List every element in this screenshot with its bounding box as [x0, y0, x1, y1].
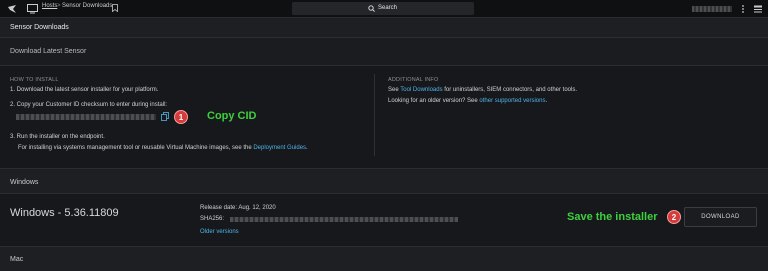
install-step-1: 1. Download the latest sensor installer … — [10, 87, 159, 93]
more-vertical-icon[interactable] — [738, 4, 748, 14]
section-title: Download Latest Sensor — [10, 48, 87, 55]
deployment-guides-link[interactable]: Deployment Guides — [253, 145, 306, 151]
additional-info-heading: ADDITIONAL INFO — [388, 77, 439, 83]
additional-line-1: See Tool Downloads for uninstallers, SIE… — [388, 87, 577, 93]
search-label: Search — [378, 5, 398, 11]
older-versions-link[interactable]: Older versions — [200, 229, 239, 235]
install-step-3: 3. Run the installer on the endpoint. — [10, 134, 105, 140]
sha256-label: SHA256: — [200, 216, 225, 222]
sha256-value-redacted — [230, 217, 458, 222]
breadcrumb-separator: > — [57, 3, 61, 9]
mac-section-header: Mac — [0, 246, 768, 271]
layout-icon[interactable] — [753, 4, 763, 14]
section-header: Download Latest Sensor — [0, 38, 768, 66]
windows-section-title: Windows — [10, 179, 39, 186]
mac-section-title: Mac — [10, 256, 24, 263]
additional-line-2-prefix: Looking for an older version? See — [388, 98, 480, 104]
page-title-bar: Sensor Downloads — [0, 18, 768, 38]
column-divider — [374, 74, 375, 156]
windows-version: Windows - 5.36.11809 — [10, 207, 119, 219]
user-name-redacted[interactable] — [692, 6, 732, 12]
install-step-2: 2. Copy your Customer ID checksum to ent… — [10, 102, 168, 108]
install-step-3-detail: For installing via systems management to… — [18, 145, 308, 151]
additional-line-2: Looking for an older version? See other … — [388, 98, 547, 104]
step-3-detail-end: . — [306, 145, 308, 151]
other-versions-link[interactable]: other supported versions — [479, 98, 545, 104]
additional-line-1-prefix: See — [388, 87, 401, 93]
save-installer-annotation: Save the installer — [567, 211, 658, 223]
release-date: Release date: Aug. 12, 2020 — [200, 205, 276, 211]
how-to-install-heading: HOW TO INSTALL — [10, 77, 59, 83]
download-button[interactable]: DOWNLOAD — [684, 207, 757, 227]
search-box[interactable]: Search — [292, 2, 474, 15]
step-badge-1: 1 — [174, 110, 188, 124]
top-bar: Hosts > Sensor Downloads Search — [0, 0, 768, 18]
step-3-detail-text: For installing via systems management to… — [18, 145, 254, 151]
monitor-icon — [27, 4, 38, 14]
customer-id-checksum-redacted[interactable] — [16, 114, 156, 120]
copy-icon[interactable] — [161, 112, 169, 121]
additional-line-1-suffix: for uninstallers, SIEM connectors, and o… — [442, 87, 577, 93]
page-title: Sensor Downloads — [10, 24, 69, 31]
copy-cid-annotation: Copy CID — [207, 110, 257, 122]
tool-downloads-link[interactable]: Tool Downloads — [400, 87, 442, 93]
breadcrumb-hosts[interactable]: Hosts — [42, 3, 57, 9]
falcon-logo-icon[interactable] — [7, 4, 17, 14]
bookmark-icon[interactable] — [112, 4, 118, 12]
breadcrumb-current: Sensor Downloads — [62, 3, 113, 9]
additional-line-2-suffix: . — [545, 98, 548, 104]
search-icon — [368, 5, 375, 12]
step-badge-2: 2 — [667, 210, 681, 224]
windows-section-header: Windows — [0, 168, 768, 194]
